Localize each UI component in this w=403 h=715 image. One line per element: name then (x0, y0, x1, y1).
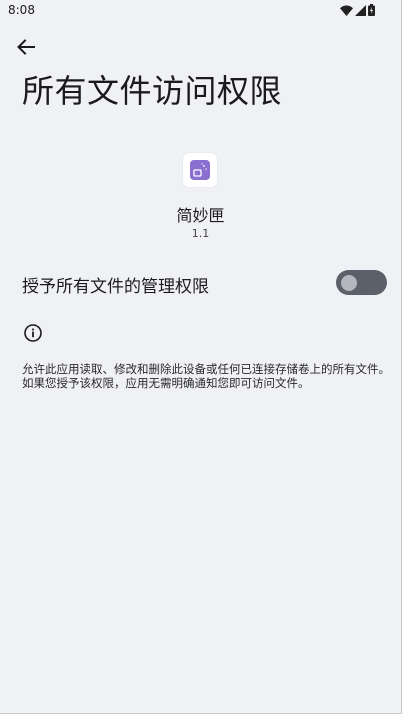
status-time: 8:08 (8, 3, 35, 17)
wifi-icon (340, 5, 353, 16)
arrow-left-icon (17, 39, 35, 55)
toggle-thumb (341, 274, 357, 291)
permission-label: 授予所有文件的管理权限 (22, 277, 209, 297)
app-name: 简妙匣 (176, 206, 225, 225)
status-icons (340, 4, 375, 16)
signal-icon (355, 4, 366, 16)
app-version: 1.1 (191, 227, 210, 240)
all-files-permission-row[interactable]: 授予所有文件的管理权限 (0, 262, 401, 304)
app-icon (183, 153, 217, 187)
battery-icon (368, 4, 375, 16)
info-icon (23, 323, 43, 343)
screen: 8:08 所有文件访问权限 简妙匣 1.1 授予所有文件的管理权限 允许此应用读… (0, 0, 402, 714)
permission-description: 允许此应用读取、修改和删除此设备或任何已连接存储卷上的所有文件。如果您授予该权限… (22, 362, 390, 390)
status-bar: 8:08 (0, 0, 401, 22)
page-title: 所有文件访问权限 (22, 72, 283, 110)
back-button[interactable] (12, 34, 40, 60)
all-files-permission-toggle[interactable] (336, 270, 387, 295)
